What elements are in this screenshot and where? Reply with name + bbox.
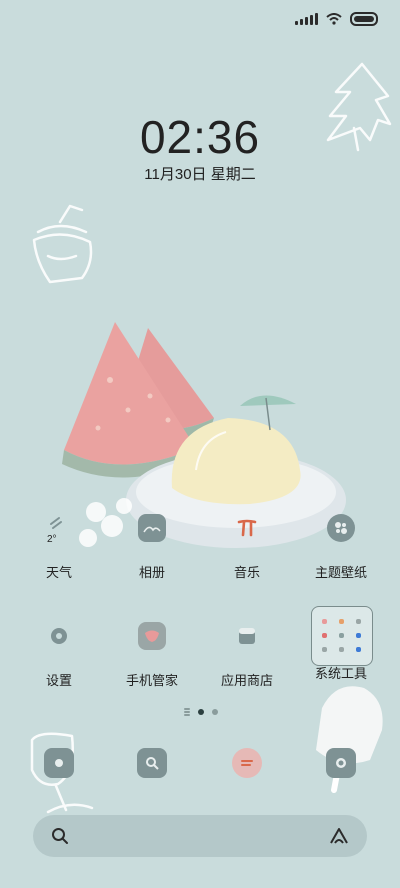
app-label: 音乐 xyxy=(233,565,260,580)
music-icon xyxy=(233,514,261,542)
app-system-tools[interactable]: 系统工具 xyxy=(291,622,391,682)
browser-icon xyxy=(137,748,167,778)
app-settings[interactable]: 设置 xyxy=(9,622,109,702)
app-label: 应用商店 xyxy=(220,673,273,688)
messages-icon xyxy=(232,748,262,778)
theme-icon xyxy=(327,514,355,542)
dock-camera[interactable] xyxy=(291,748,391,788)
gallery-icon xyxy=(138,514,166,542)
app-label: 手机管家 xyxy=(125,673,178,688)
app-gallery[interactable]: 相册 xyxy=(102,514,202,594)
app-label: 系统工具 xyxy=(314,666,367,681)
page-dot[interactable] xyxy=(212,709,218,715)
camera-icon xyxy=(326,748,356,778)
app-theme[interactable]: 主题壁纸 xyxy=(291,514,391,594)
app-label: 相册 xyxy=(138,565,165,580)
signal-icon xyxy=(295,13,318,25)
dock-browser[interactable] xyxy=(102,748,202,788)
clock-time[interactable]: 02:36 xyxy=(0,110,400,164)
search-bar[interactable] xyxy=(33,815,367,857)
app-store-icon xyxy=(233,622,261,650)
app-security[interactable]: 手机管家 xyxy=(102,622,202,702)
search-icon[interactable] xyxy=(51,827,69,845)
settings-icon xyxy=(45,622,73,650)
app-label: 设置 xyxy=(45,673,72,688)
app-label: 主题壁纸 xyxy=(314,565,367,580)
page-indicator[interactable] xyxy=(184,709,218,715)
voice-assistant-icon[interactable] xyxy=(329,827,349,845)
wifi-icon xyxy=(326,13,342,25)
app-weather[interactable]: 2° 天气 xyxy=(9,514,109,594)
weather-temp: 2° xyxy=(47,534,57,545)
app-music[interactable]: 音乐 xyxy=(197,514,297,594)
app-store[interactable]: 应用商店 xyxy=(197,622,297,702)
page-dot-active[interactable] xyxy=(198,709,204,715)
clock-date[interactable]: 11月30日 星期二 xyxy=(0,163,400,184)
dock-messages[interactable] xyxy=(197,748,297,788)
battery-icon xyxy=(350,12,378,26)
phone-icon xyxy=(44,748,74,778)
app-label: 天气 xyxy=(45,565,72,580)
security-icon xyxy=(138,622,166,650)
weather-icon: 2° xyxy=(45,514,73,545)
dock-phone[interactable] xyxy=(9,748,109,788)
status-bar xyxy=(295,10,378,28)
menu-indicator-icon[interactable] xyxy=(184,711,190,713)
